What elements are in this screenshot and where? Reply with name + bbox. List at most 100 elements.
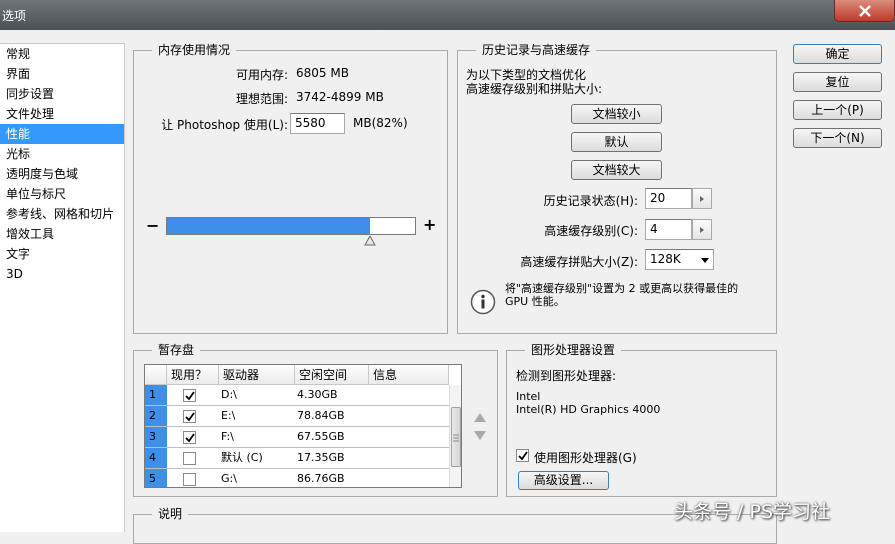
- use-gpu-checkbox[interactable]: [516, 449, 529, 462]
- cache-levels-label: 高速缓存级别(C):: [544, 224, 638, 238]
- move-up-icon[interactable]: [474, 413, 486, 422]
- info-icon: [470, 289, 496, 315]
- description-group-title: 说明: [152, 506, 189, 522]
- table-row[interactable]: 2 E:\ 78.84GB: [145, 406, 449, 427]
- memory-slider-fill: [167, 218, 370, 234]
- ok-button[interactable]: 确定: [793, 44, 882, 64]
- cache-levels-stepper[interactable]: [692, 219, 712, 240]
- cache-tile-label: 高速缓存拼贴大小(Z):: [520, 255, 638, 269]
- cache-tile-select[interactable]: 128K: [645, 249, 714, 270]
- history-states-input[interactable]: 20: [645, 188, 692, 209]
- nav-item[interactable]: 常规: [0, 44, 124, 64]
- gpu-settings-group-title: 图形处理器设置: [525, 342, 622, 358]
- advanced-settings-button[interactable]: 高级设置...: [518, 471, 609, 490]
- slider-minus-icon[interactable]: −: [146, 216, 159, 235]
- history-states-stepper[interactable]: [692, 188, 712, 209]
- history-states-label: 历史记录状态(H):: [543, 194, 638, 208]
- available-memory-value: 6805 MB: [296, 66, 349, 80]
- memory-group-title: 内存使用情况: [152, 42, 237, 58]
- large-docs-button[interactable]: 文档较大: [571, 160, 662, 180]
- row-number: 1: [145, 385, 167, 405]
- nav-item[interactable]: 单位与标尺: [0, 184, 124, 204]
- slider-plus-icon[interactable]: +: [423, 215, 436, 234]
- gpu-vendor: Intel: [516, 390, 541, 403]
- dropdown-arrow-icon: [701, 258, 709, 263]
- table-header-corner: [145, 365, 167, 385]
- checkmark-icon: [517, 450, 528, 460]
- drive-cell: 默认 (C): [221, 451, 263, 464]
- gpu-tip-line2: GPU 性能。: [505, 295, 565, 308]
- nav-item[interactable]: 增效工具: [0, 224, 124, 244]
- active-checkbox[interactable]: [183, 431, 196, 444]
- history-cache-group-title: 历史记录与高速缓存: [476, 42, 597, 58]
- optimize-desc-line2: 高速缓存级别和拼贴大小:: [466, 82, 603, 96]
- gpu-model: Intel(R) HD Graphics 4000: [516, 403, 661, 416]
- table-row[interactable]: 3 F:\ 67.55GB: [145, 427, 449, 448]
- table-row[interactable]: 5 G:\ 86.76GB: [145, 469, 449, 487]
- row-number: 4: [145, 448, 167, 468]
- photoshop-usage-label: 让 Photoshop 使用(L):: [161, 118, 288, 132]
- cache-levels-input[interactable]: 4: [645, 219, 692, 240]
- nav-item[interactable]: 同步设置: [0, 84, 124, 104]
- photoshop-usage-percent: MB(82%): [353, 116, 408, 130]
- nav-item[interactable]: 参考线、网格和切片: [0, 204, 124, 224]
- nav-item[interactable]: 光标: [0, 144, 124, 164]
- active-checkbox[interactable]: [183, 473, 196, 486]
- close-button[interactable]: [834, 0, 895, 22]
- checkmark-icon: [184, 390, 195, 400]
- available-memory-label: 可用内存:: [235, 68, 288, 82]
- reset-button[interactable]: 复位: [793, 72, 882, 92]
- nav-item[interactable]: 界面: [0, 64, 124, 84]
- table-header-cell[interactable]: 现用？: [167, 365, 219, 385]
- table-header-cell[interactable]: 空闲空间: [295, 365, 369, 385]
- nav-item[interactable]: 3D: [0, 264, 124, 284]
- close-icon: [858, 4, 871, 17]
- active-checkbox[interactable]: [183, 389, 196, 402]
- nav-item[interactable]: 性能: [0, 124, 124, 144]
- triangle-right-icon: [700, 195, 704, 202]
- photoshop-usage-input[interactable]: 5580: [290, 113, 345, 134]
- move-down-icon[interactable]: [474, 431, 486, 440]
- previous-button[interactable]: 上一个(P): [793, 100, 882, 120]
- table-header-cell[interactable]: 驱动器: [219, 365, 295, 385]
- nav-item[interactable]: 文字: [0, 244, 124, 264]
- next-button[interactable]: 下一个(N): [793, 128, 882, 148]
- small-docs-button[interactable]: 文档较小: [571, 104, 662, 124]
- free-space-cell: 4.30GB: [297, 388, 338, 401]
- row-number: 3: [145, 427, 167, 447]
- memory-slider-thumb[interactable]: [364, 236, 376, 246]
- table-row[interactable]: 4 默认 (C) 17.35GB: [145, 448, 449, 469]
- drive-cell: E:\: [221, 409, 236, 422]
- free-space-cell: 67.55GB: [297, 430, 345, 443]
- drive-cell: G:\: [221, 472, 237, 485]
- row-number: 2: [145, 406, 167, 426]
- scratch-disks-table[interactable]: 现用？ 驱动器 空闲空间 信息 1 D:\ 4.30GB 2 E:\ 78.84GB 3 F:\ 67…: [144, 364, 462, 488]
- use-gpu-label[interactable]: 使用图形处理器(G): [534, 449, 637, 466]
- ideal-range-label: 理想范围:: [235, 92, 288, 106]
- category-list[interactable]: 常规 界面 同步设置 文件处理 性能 光标 透明度与色域 单位与标尺 参考线、网格和切片 增效工具…: [0, 43, 125, 532]
- checkmark-icon: [184, 411, 195, 421]
- window-title: 选项: [2, 9, 27, 23]
- ideal-range-value: 3742-4899 MB: [296, 90, 384, 104]
- scratch-table-scrollbar[interactable]: [449, 385, 461, 487]
- active-checkbox[interactable]: [183, 410, 196, 423]
- free-space-cell: 78.84GB: [297, 409, 345, 422]
- free-space-cell: 86.76GB: [297, 472, 345, 485]
- active-checkbox[interactable]: [183, 452, 196, 465]
- nav-item[interactable]: 文件处理: [0, 104, 124, 124]
- drive-cell: F:\: [221, 430, 234, 443]
- cache-tile-value: 128K: [650, 252, 681, 266]
- table-row[interactable]: 1 D:\ 4.30GB: [145, 385, 449, 406]
- nav-item[interactable]: 透明度与色域: [0, 164, 124, 184]
- watermark: 头条号 / PS学习社: [674, 501, 830, 523]
- scrollbar-thumb[interactable]: [451, 407, 461, 467]
- scratch-disks-group-title: 暂存盘: [152, 342, 201, 358]
- table-header-cell[interactable]: 信息: [369, 365, 449, 385]
- memory-slider[interactable]: [166, 217, 416, 235]
- row-number: 5: [145, 469, 167, 487]
- grip-icon: [453, 434, 459, 442]
- gpu-detected-label: 检测到图形处理器:: [516, 369, 617, 383]
- drive-cell: D:\: [221, 388, 237, 401]
- triangle-right-icon: [700, 226, 704, 233]
- default-button[interactable]: 默认: [571, 132, 662, 152]
